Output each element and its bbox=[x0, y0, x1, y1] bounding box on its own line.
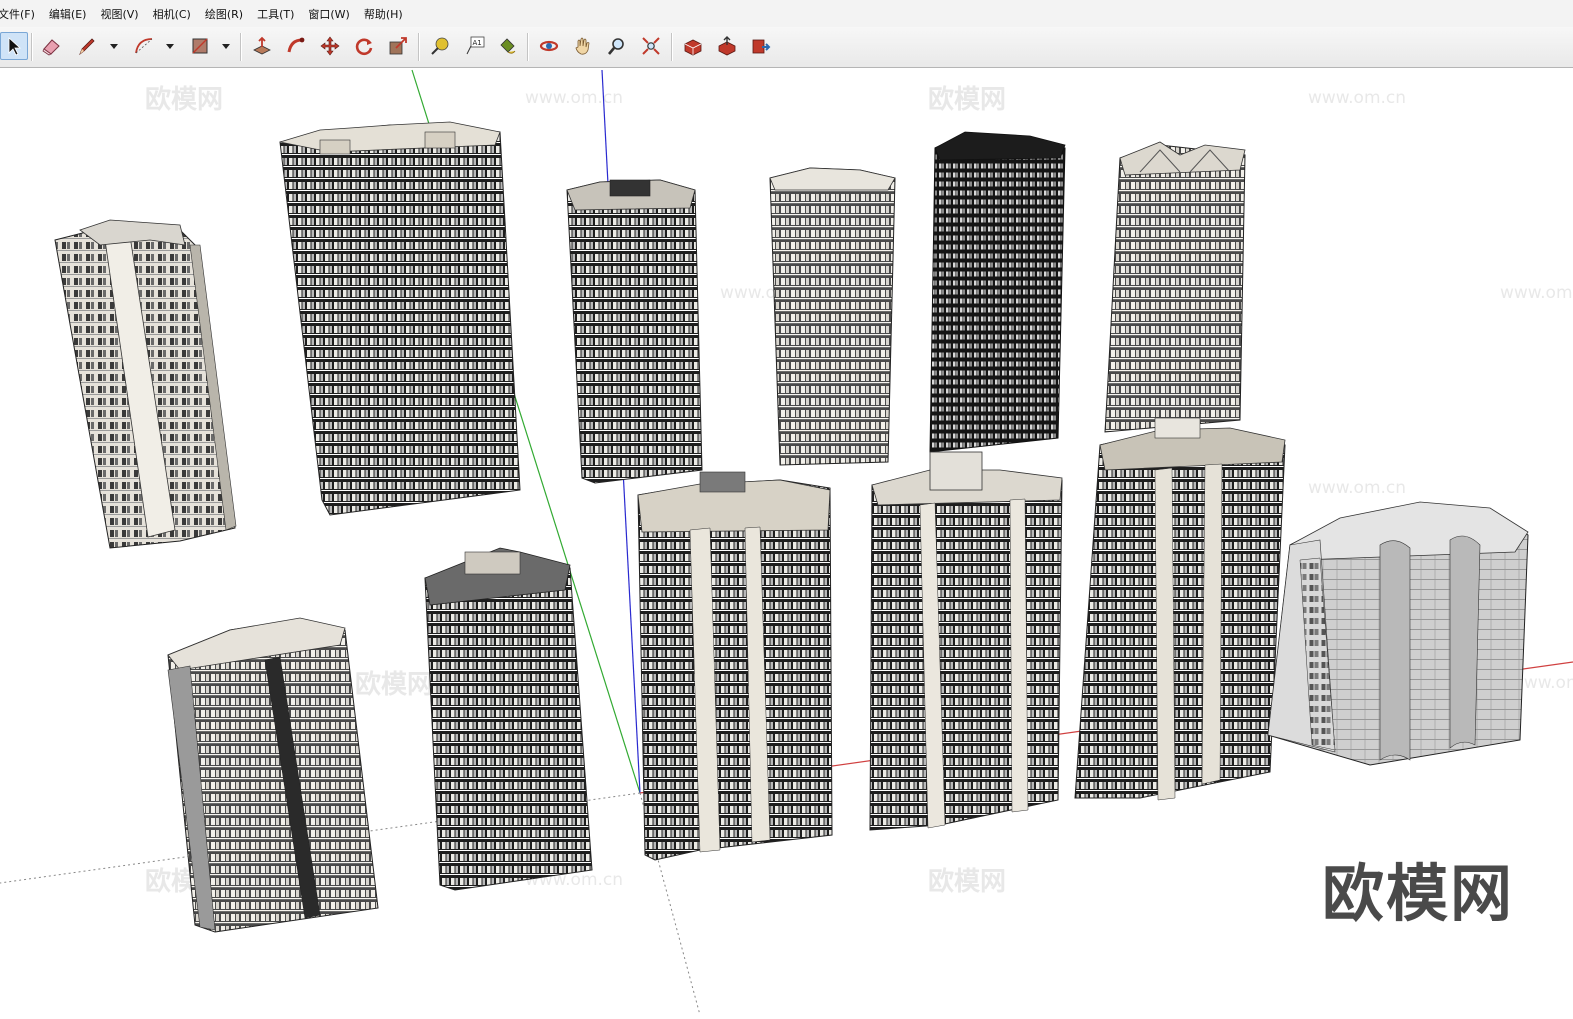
eraser-icon bbox=[42, 39, 60, 56]
building-tower-9[interactable] bbox=[637, 471, 833, 861]
building-tower-10[interactable] bbox=[869, 451, 1063, 831]
3d-warehouse-icon bbox=[684, 39, 702, 56]
building-tower-3[interactable] bbox=[566, 179, 703, 484]
toolbar-separator bbox=[418, 33, 420, 61]
menu-view[interactable]: 视图(V) bbox=[93, 6, 145, 22]
pan-tool[interactable] bbox=[569, 32, 597, 60]
chevron-down-icon[interactable] bbox=[109, 41, 119, 51]
pan-hand-icon bbox=[575, 37, 590, 55]
scale-icon bbox=[389, 37, 407, 55]
building-tower-11[interactable] bbox=[1074, 417, 1286, 801]
menu-help[interactable]: 帮助(H) bbox=[357, 6, 410, 22]
chevron-down-icon[interactable] bbox=[165, 41, 175, 51]
chevron-down-icon[interactable] bbox=[221, 41, 231, 51]
watermark-url: www.om.cn bbox=[525, 88, 623, 108]
orbit-tool[interactable] bbox=[535, 32, 563, 60]
text-icon: A1 bbox=[466, 36, 485, 55]
zoom-extents-icon bbox=[642, 37, 660, 55]
tape-measure-tool[interactable] bbox=[426, 32, 454, 60]
watermark-url: www.om.cn bbox=[1308, 478, 1406, 498]
building-tower-4[interactable] bbox=[769, 167, 896, 466]
text-tool[interactable]: A1 bbox=[461, 32, 489, 60]
toolbar-separator bbox=[527, 33, 529, 61]
watermark-faint: 欧模网 bbox=[355, 669, 433, 700]
eraser-tool[interactable] bbox=[37, 32, 65, 60]
model-scene: 欧模网 www.om.cn 欧模网 www.om.cn www.om.cn ww… bbox=[0, 69, 1573, 1016]
paint-bucket-icon bbox=[500, 38, 516, 54]
watermark-faint: 欧模网 bbox=[928, 866, 1006, 897]
building-tower-7[interactable] bbox=[167, 617, 379, 933]
menu-edit[interactable]: 编辑(E) bbox=[42, 6, 94, 22]
toolbar-separator bbox=[240, 33, 242, 61]
zoom-tool[interactable] bbox=[603, 32, 631, 60]
building-tower-8[interactable] bbox=[424, 547, 593, 891]
rectangle-tool[interactable] bbox=[186, 32, 214, 60]
pencil-icon bbox=[79, 38, 95, 56]
building-tower-1[interactable] bbox=[54, 219, 237, 549]
menu-window[interactable]: 窗口(W) bbox=[301, 6, 356, 22]
extension-tool[interactable] bbox=[747, 32, 775, 60]
rectangle-icon bbox=[192, 38, 208, 54]
rotate-icon bbox=[355, 38, 373, 56]
building-tower-5[interactable] bbox=[929, 131, 1066, 453]
menu-file[interactable]: 文件(F) bbox=[0, 6, 42, 22]
warehouse-tool[interactable] bbox=[679, 32, 707, 60]
watermark-faint: 欧模网 bbox=[145, 84, 223, 115]
orbit-icon bbox=[539, 40, 559, 52]
rotate-tool[interactable] bbox=[350, 32, 378, 60]
select-tool[interactable] bbox=[0, 32, 28, 60]
menu-camera[interactable]: 相机(C) bbox=[146, 6, 198, 22]
pencil-tool[interactable] bbox=[73, 32, 101, 60]
building-tower-6[interactable] bbox=[1104, 141, 1246, 433]
menu-bar: 文件(F) 编辑(E) 视图(V) 相机(C) 绘图(R) 工具(T) 窗口(W… bbox=[0, 0, 1573, 27]
menu-tools[interactable]: 工具(T) bbox=[250, 6, 301, 22]
paint-bucket-tool[interactable] bbox=[493, 32, 521, 60]
push-pull-icon bbox=[253, 36, 271, 55]
push-pull-tool[interactable] bbox=[248, 32, 276, 60]
toolbar-separator bbox=[671, 33, 673, 61]
share-model-tool[interactable] bbox=[713, 32, 741, 60]
model-viewport[interactable]: 欧模网 www.om.cn 欧模网 www.om.cn www.om.cn ww… bbox=[0, 68, 1573, 1019]
extension-icon bbox=[752, 39, 771, 54]
watermark-large: 欧模网 bbox=[1322, 857, 1514, 930]
follow-me-tool[interactable] bbox=[282, 32, 310, 60]
tape-measure-icon bbox=[431, 37, 449, 55]
menu-draw[interactable]: 绘图(R) bbox=[198, 6, 250, 22]
zoom-icon bbox=[608, 38, 624, 55]
arrow-cursor-icon bbox=[8, 37, 22, 56]
follow-me-icon bbox=[287, 37, 305, 53]
share-model-icon bbox=[718, 36, 736, 56]
watermark-faint: 欧模网 bbox=[928, 84, 1006, 115]
move-icon bbox=[320, 36, 340, 56]
scale-tool[interactable] bbox=[384, 32, 412, 60]
move-tool[interactable] bbox=[316, 32, 344, 60]
watermark-url: www.om.cn bbox=[1500, 283, 1573, 303]
building-tower-2[interactable] bbox=[279, 121, 521, 516]
arc-tool[interactable] bbox=[130, 32, 158, 60]
toolbar: A1 bbox=[0, 27, 1573, 68]
zoom-extents-tool[interactable] bbox=[637, 32, 665, 60]
watermark-url: www.om.cn bbox=[1308, 88, 1406, 108]
toolbar-separator bbox=[31, 33, 33, 61]
building-tower-12[interactable] bbox=[1267, 501, 1529, 766]
arc-icon bbox=[135, 38, 153, 54]
svg-text:A1: A1 bbox=[473, 39, 482, 47]
